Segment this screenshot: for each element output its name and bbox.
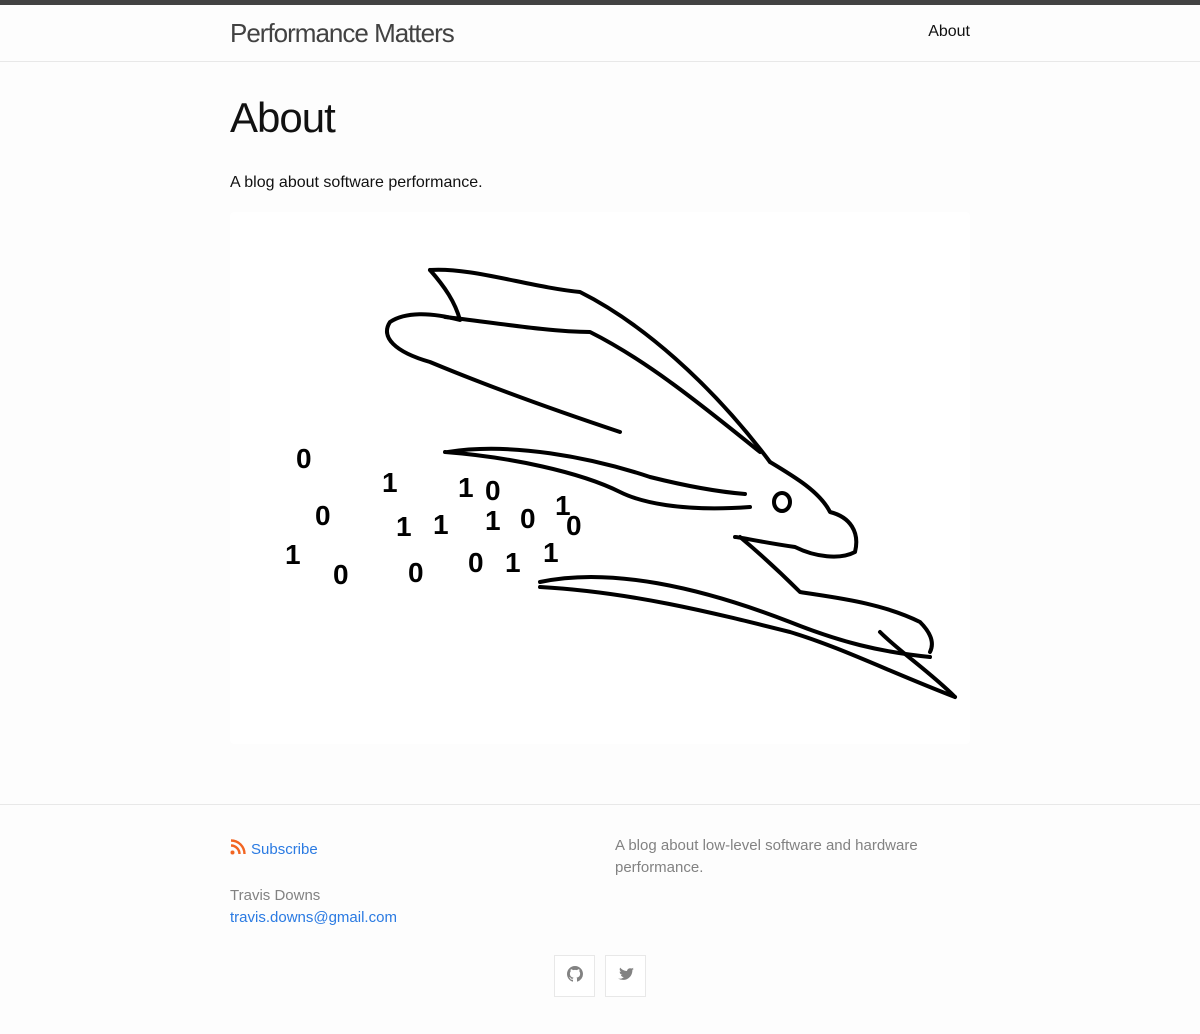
svg-text:0: 0 [333,559,349,590]
subscribe-label: Subscribe [251,840,318,858]
nav-link-about[interactable]: About [928,23,970,41]
rabbit-drawing: 0 1 1 0 0 1 1 1 0 1 0 1 0 0 0 1 1 [285,267,957,699]
rss-icon [230,839,246,859]
github-icon [566,965,583,987]
site-title-link[interactable]: Performance Matters [230,18,455,49]
svg-text:1: 1 [543,537,559,568]
subscribe-link[interactable]: Subscribe [230,839,590,859]
svg-text:1: 1 [382,467,398,498]
svg-text:0: 0 [485,475,501,506]
page-description: A blog about software performance. [230,174,483,191]
svg-text:0: 0 [520,503,536,534]
svg-text:1: 1 [433,509,449,540]
twitter-link[interactable] [605,955,646,997]
svg-text:1: 1 [485,505,501,536]
svg-text:1: 1 [396,511,412,542]
social-links [554,955,646,997]
svg-text:1: 1 [505,547,521,578]
rabbit-illustration: 0 1 1 0 0 1 1 1 0 1 0 1 0 0 0 1 1 [230,212,970,744]
svg-text:0: 0 [566,510,582,541]
svg-text:0: 0 [315,500,331,531]
site-header: Performance Matters About [0,5,1200,62]
svg-text:0: 0 [296,443,312,474]
footer-wrapper: Subscribe Travis Downs travis.downs@gmai… [230,805,970,1034]
site-footer: Subscribe Travis Downs travis.downs@gmai… [0,804,1200,1034]
svg-text:0: 0 [408,557,424,588]
content-wrapper: About A blog about software performance. [230,92,970,744]
email-link[interactable]: travis.downs@gmail.com [230,907,590,929]
github-link[interactable] [554,955,595,997]
author-name: Travis Downs [230,887,321,904]
page-content: About A blog about software performance. [0,62,1200,744]
twitter-icon [617,966,634,987]
svg-text:1: 1 [458,472,474,503]
svg-text:0: 0 [468,547,484,578]
footer-contact-column: Subscribe Travis Downs travis.downs@gmai… [230,839,590,929]
footer-tagline: A blog about low-level software and hard… [615,837,918,876]
svg-text:1: 1 [285,539,301,570]
page-title: About [230,94,336,141]
